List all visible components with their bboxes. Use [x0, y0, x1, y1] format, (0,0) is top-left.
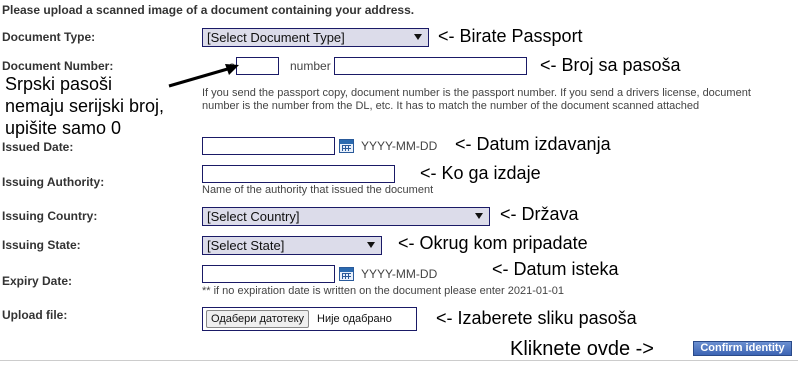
annotation-confirm: Kliknete ovde ->: [510, 338, 654, 360]
confirm-identity-button[interactable]: Confirm identity: [693, 341, 792, 356]
annotation-issuing-country: <- Država: [500, 204, 579, 224]
chevron-down-icon: [367, 242, 375, 248]
expiry-date-format: YYYY-MM-DD: [361, 267, 438, 281]
arrow-annotation: [168, 64, 239, 88]
expiry-date-help: ** if no expiration date is written on t…: [202, 285, 565, 297]
document-type-label: Document Type:: [2, 30, 96, 44]
choose-file-button[interactable]: Одабери датотеку: [206, 310, 310, 328]
annotation-upload-file: <- Izaberete sliku pasoša: [436, 308, 637, 328]
issued-date-format: YYYY-MM-DD: [361, 139, 438, 153]
document-number-help: If you send the passport copy, document …: [202, 87, 751, 112]
page-header: Please upload a scanned image of a docum…: [2, 3, 415, 17]
document-type-select[interactable]: [Select Document Type]: [202, 28, 429, 47]
issuing-state-label: Issuing State:: [2, 238, 81, 252]
bottom-divider: [0, 360, 798, 361]
annotation-series-note-2: nemaju serijski broj,: [5, 96, 165, 116]
number-label: number: [290, 59, 331, 73]
issuing-country-label: Issuing Country:: [2, 209, 98, 223]
calendar-icon[interactable]: [339, 267, 354, 281]
document-type-value: [Select Document Type]: [207, 30, 345, 45]
issuing-authority-help: Name of the authority that issued the do…: [202, 184, 434, 196]
annotation-document-number: <- Broj sa pasoša: [540, 55, 681, 75]
calendar-icon[interactable]: [339, 139, 354, 153]
issuing-authority-label: Issuing Authority:: [2, 175, 105, 189]
issuing-authority-input[interactable]: [202, 165, 395, 183]
annotation-issued-date: <- Datum izdavanja: [455, 134, 611, 154]
annotation-document-type: <- Birate Passport: [438, 26, 583, 46]
upload-file-label: Upload file:: [2, 308, 68, 322]
annotation-issuing-state: <- Okrug kom pripadate: [398, 233, 588, 253]
chevron-down-icon: [475, 213, 483, 219]
annotation-series-note-3: upišite samo 0: [5, 118, 122, 138]
annotation-expiry-date: <- Datum isteka: [492, 259, 619, 279]
annotation-issuing-authority: <- Ko ga izdaje: [420, 163, 541, 183]
expiry-date-input[interactable]: [202, 265, 335, 283]
issuing-state-value: [Select State]: [207, 238, 285, 253]
file-upload-field[interactable]: Одабери датотеку Није одабрано: [202, 307, 417, 331]
document-number-label: Document Number:: [2, 59, 114, 73]
issued-date-label: Issued Date:: [2, 140, 74, 154]
file-status: Није одабрано: [317, 313, 392, 325]
issuing-country-select[interactable]: [Select Country]: [202, 207, 490, 226]
annotation-series-note-1: Srpski pasoši: [5, 74, 113, 94]
number-input[interactable]: [334, 57, 527, 75]
expiry-date-label: Expiry Date:: [2, 274, 73, 288]
issuing-state-select[interactable]: [Select State]: [202, 236, 382, 255]
issued-date-input[interactable]: [202, 137, 335, 155]
chevron-down-icon: [414, 34, 422, 40]
issuing-country-value: [Select Country]: [207, 209, 300, 224]
